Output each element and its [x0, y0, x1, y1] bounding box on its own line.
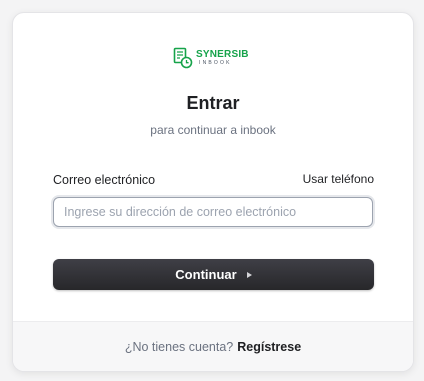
footer: ¿No tienes cuenta? Regístrese	[13, 321, 413, 371]
brand-logo: SYNERSIB INBOOK	[173, 47, 249, 69]
document-clock-icon	[173, 47, 193, 69]
use-phone-link[interactable]: Usar teléfono	[303, 172, 374, 186]
page-title: Entrar	[186, 93, 240, 113]
continue-button-label: Continuar	[175, 267, 237, 282]
email-label: Correo electrónico	[53, 173, 156, 187]
footer-prompt: ¿No tienes cuenta?	[124, 340, 234, 354]
page-subtitle: para continuar a inbook	[150, 123, 276, 137]
sign-in-card: SYNERSIB INBOOK Entrar para continuar a …	[12, 12, 414, 372]
brand-name: SYNERSIB	[196, 49, 249, 60]
brand-subname: INBOOK	[199, 60, 232, 66]
play-icon	[246, 271, 252, 278]
signup-link[interactable]: Regístrese	[237, 340, 301, 354]
email-input[interactable]	[53, 197, 373, 227]
continue-button[interactable]: Continuar	[53, 259, 374, 290]
